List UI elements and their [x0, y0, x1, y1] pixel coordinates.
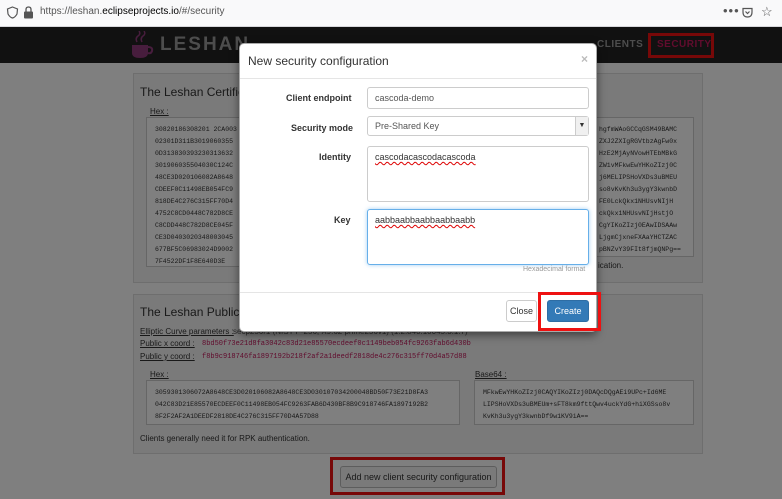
highlight-box-create: [538, 292, 601, 331]
close-button[interactable]: Close: [506, 300, 537, 322]
client-endpoint-label: Client endpoint: [286, 93, 352, 103]
modal-title: New security configuration: [248, 54, 389, 68]
client-endpoint-input[interactable]: cascoda-demo: [367, 87, 589, 109]
key-format-hint: Hexadecimal format: [523, 266, 586, 273]
chevron-down-icon[interactable]: ▼: [575, 117, 588, 135]
security-mode-value: Pre-Shared Key: [375, 121, 440, 131]
identity-label: Identity: [319, 152, 352, 162]
url-suffix: /#/security: [178, 6, 225, 17]
security-mode-label: Security mode: [291, 123, 354, 133]
shield-icon[interactable]: [6, 6, 19, 19]
modal-header-divider: [240, 78, 596, 79]
key-label: Key: [334, 215, 351, 225]
url-prefix: https://leshan.: [40, 6, 103, 17]
key-value: aabbaabbaabbaabbaabb: [375, 215, 476, 225]
bookmark-star-icon[interactable]: ☆: [761, 4, 773, 20]
key-textarea[interactable]: aabbaabbaabbaabbaabb: [367, 209, 589, 265]
security-config-modal: New security configuration × Client endp…: [239, 43, 597, 332]
close-icon[interactable]: ×: [581, 52, 588, 66]
page-actions-menu-icon[interactable]: •••: [723, 3, 740, 18]
lock-icon[interactable]: [23, 6, 34, 19]
address-bar[interactable]: https://leshan.eclipseprojects.io/#/secu…: [40, 6, 225, 17]
identity-value: cascodacascodacascoda: [375, 152, 476, 162]
url-domain: eclipseprojects.io: [102, 6, 179, 17]
browser-toolbar: https://leshan.eclipseprojects.io/#/secu…: [0, 0, 782, 27]
identity-textarea[interactable]: cascodacascodacascoda: [367, 146, 589, 202]
pocket-icon[interactable]: [742, 7, 753, 18]
security-mode-select[interactable]: Pre-Shared Key ▼: [367, 116, 589, 136]
